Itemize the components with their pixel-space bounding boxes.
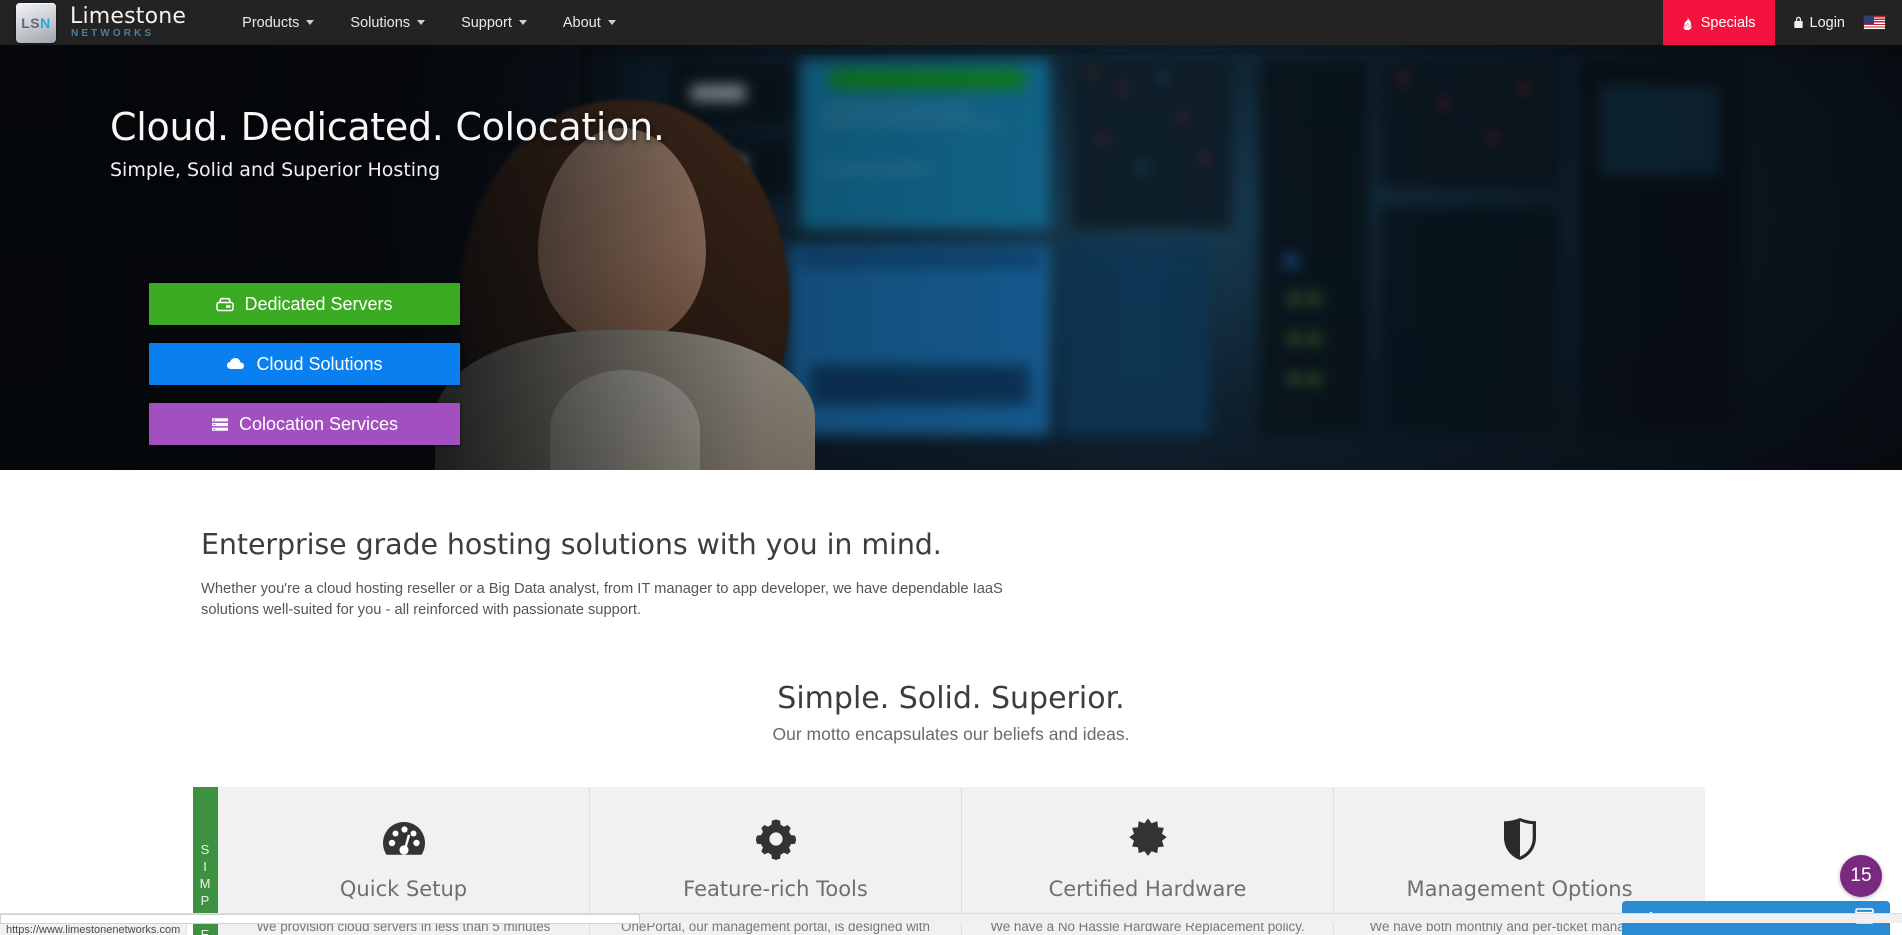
chevron-down-icon bbox=[417, 20, 426, 25]
simple-letter-p: P bbox=[200, 892, 211, 908]
nav-menu: Products Solutions Support About bbox=[224, 0, 634, 45]
cta-dedicated-servers[interactable]: Dedicated Servers bbox=[149, 283, 460, 325]
hero-subtitle: Simple, Solid and Superior Hosting bbox=[110, 159, 441, 181]
intro-section: Enterprise grade hosting solutions with … bbox=[0, 470, 1902, 621]
lock-icon bbox=[1793, 16, 1804, 29]
motto-section: Simple. Solid. Superior. Our motto encap… bbox=[0, 681, 1902, 745]
login-label: Login bbox=[1809, 14, 1845, 31]
speedometer-icon bbox=[244, 813, 563, 865]
simple-letter-i: I bbox=[203, 858, 208, 874]
hero-text-block: Cloud. Dedicated. Colocation. Simple, So… bbox=[110, 105, 665, 181]
logo-name: Limestone bbox=[70, 4, 187, 29]
feature-desc-certified-hardware: We have a No Hassle Hardware Replacement… bbox=[990, 919, 1305, 934]
chevron-down-icon bbox=[306, 20, 315, 25]
hero-cta-group: Dedicated Servers Cloud Solutions Coloca… bbox=[149, 283, 460, 445]
cta-colocation-services[interactable]: Colocation Services bbox=[149, 403, 460, 445]
nav-item-solutions[interactable]: Solutions bbox=[332, 0, 443, 45]
cloud-icon bbox=[226, 357, 246, 371]
certificate-icon bbox=[988, 813, 1307, 865]
cta-colocation-services-label: Colocation Services bbox=[238, 413, 399, 434]
logo-badge-text: LSN bbox=[21, 14, 51, 31]
nav-item-support-label: Support bbox=[461, 14, 512, 31]
gear-icon bbox=[616, 813, 935, 865]
specials-label: Specials bbox=[1700, 14, 1756, 31]
chevron-down-icon bbox=[607, 20, 616, 25]
logo-badge-icon: LSN bbox=[16, 2, 56, 43]
navbar-right-group: Specials Login bbox=[1662, 0, 1902, 45]
nav-item-products[interactable]: Products bbox=[224, 0, 332, 45]
chevron-down-icon bbox=[518, 20, 527, 25]
flame-icon bbox=[1682, 15, 1693, 30]
feature-desc-feature-rich-tools: OnePortal, our management portal, is des… bbox=[621, 919, 930, 934]
simple-letter-l: L bbox=[201, 909, 210, 925]
nav-item-about-label: About bbox=[562, 14, 601, 31]
simple-letter-m: M bbox=[199, 875, 212, 891]
chat-window-icon bbox=[1855, 908, 1874, 928]
chat-now-button[interactable]: Chat now bbox=[1622, 901, 1890, 935]
simple-letter-e: E bbox=[200, 926, 211, 935]
feature-title-quick-setup: Quick Setup bbox=[339, 877, 468, 901]
us-flag-icon bbox=[1863, 15, 1886, 30]
nav-item-solutions-label: Solutions bbox=[350, 14, 411, 31]
motto-subheading: Our motto encapsulates our beliefs and i… bbox=[772, 724, 1130, 744]
feature-card-feature-rich-tools: Feature-rich Tools OnePortal, our manage… bbox=[590, 787, 962, 935]
language-selector[interactable] bbox=[1859, 0, 1902, 45]
logo-wordmark: Limestone NETWORKS bbox=[70, 6, 186, 39]
nav-item-about[interactable]: About bbox=[545, 0, 634, 45]
feature-title-management-options: Management Options bbox=[1406, 877, 1633, 901]
motto-heading: Simple. Solid. Superior. bbox=[777, 681, 1125, 716]
chat-widget: 15 Chat now bbox=[1622, 855, 1890, 935]
cta-dedicated-servers-label: Dedicated Servers bbox=[244, 293, 393, 314]
feature-cards-row: S I M P L E Quick Setup We provision clo… bbox=[193, 787, 1705, 935]
logo-subtitle: NETWORKS bbox=[71, 28, 155, 39]
intro-body: Whether you're a cloud hosting reseller … bbox=[201, 581, 1003, 618]
shield-icon bbox=[1360, 813, 1679, 865]
cta-cloud-solutions[interactable]: Cloud Solutions bbox=[149, 343, 460, 385]
simple-letter-s: S bbox=[200, 841, 211, 857]
feature-card-certified-hardware: Certified Hardware We have a No Hassle H… bbox=[962, 787, 1334, 935]
chat-now-label: Chat now bbox=[1638, 909, 1706, 927]
login-button[interactable]: Login bbox=[1775, 0, 1859, 45]
feature-card-quick-setup: Quick Setup We provision cloud servers i… bbox=[218, 787, 590, 935]
chat-unread-badge[interactable]: 15 bbox=[1840, 855, 1882, 897]
hero-title: Cloud. Dedicated. Colocation. bbox=[110, 105, 665, 149]
rack-icon bbox=[211, 417, 229, 432]
nav-item-support[interactable]: Support bbox=[443, 0, 545, 45]
feature-title-feature-rich-tools: Feature-rich Tools bbox=[683, 877, 868, 901]
nav-item-products-label: Products bbox=[242, 14, 300, 31]
status-bar-url: https://www.limestonenetworks.com bbox=[0, 923, 188, 935]
intro-heading: Enterprise grade hosting solutions with … bbox=[201, 528, 942, 561]
hero-banner: Cloud. Dedicated. Colocation. Simple, So… bbox=[0, 45, 1902, 470]
specials-button[interactable]: Specials bbox=[1662, 0, 1775, 45]
feature-desc-quick-setup: We provision cloud servers in less than … bbox=[256, 919, 551, 934]
simple-vertical-label: S I M P L E bbox=[193, 787, 218, 935]
feature-title-certified-hardware: Certified Hardware bbox=[1048, 877, 1247, 901]
cta-cloud-solutions-label: Cloud Solutions bbox=[256, 353, 383, 374]
site-logo[interactable]: LSN Limestone NETWORKS bbox=[16, 0, 186, 45]
server-icon bbox=[216, 297, 235, 312]
top-navbar: LSN Limestone NETWORKS Products Solution… bbox=[0, 0, 1902, 45]
page-root: LSN Limestone NETWORKS Products Solution… bbox=[0, 0, 1902, 935]
